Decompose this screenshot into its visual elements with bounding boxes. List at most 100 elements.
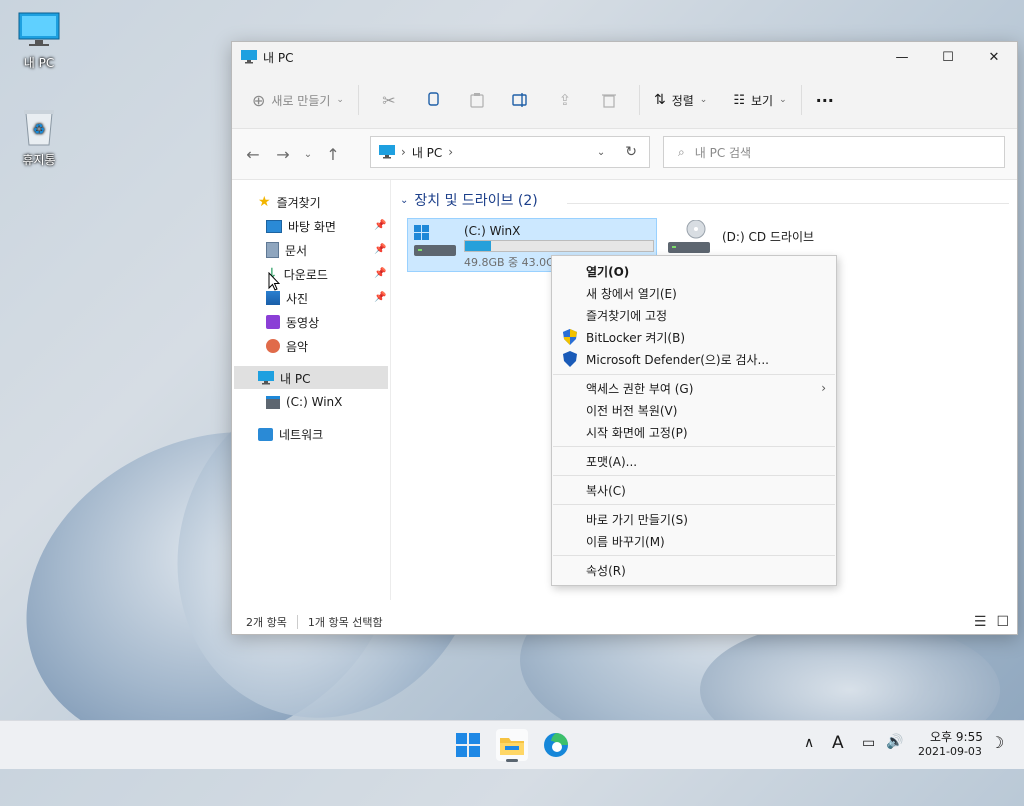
chevron-down-icon[interactable]: ⌄ <box>597 147 605 158</box>
arrow-left-icon: ← <box>246 144 260 164</box>
taskbar: ∧ A ▭ 🔊 오후 9:55 2021-09-03 ☽ <box>0 720 1024 769</box>
taskbar-edge[interactable] <box>540 729 572 761</box>
rename-icon <box>512 93 527 107</box>
start-button[interactable] <box>452 729 484 761</box>
menu-item-pin-start[interactable]: 시작 화면에 고정(P) <box>552 421 836 443</box>
menu-item-label: 열기(O) <box>586 264 630 279</box>
sidebar-item-favorites[interactable]: ★ 즐겨찾기 <box>258 191 321 213</box>
back-button[interactable]: ← <box>238 145 268 164</box>
more-button[interactable]: ··· <box>810 84 840 116</box>
menu-item-rename[interactable]: 이름 바꾸기(M) <box>552 530 836 552</box>
menu-item-label: 이름 바꾸기(M) <box>586 534 665 549</box>
drive-name: (C:) WinX <box>464 224 521 238</box>
copy-button[interactable] <box>419 84 447 116</box>
folder-icon <box>500 738 524 755</box>
arrow-up-icon: ↑ <box>326 144 340 164</box>
toolbar-divider <box>638 85 640 115</box>
menu-item-label: 즐겨찾기에 고정 <box>586 308 668 323</box>
desktop-icon-this-pc[interactable]: 내 PC <box>9 10 69 71</box>
sidebar-item-c-drive[interactable]: (C:) WinX <box>266 391 342 413</box>
status-bar: 2개 항목 1개 항목 선택함 ☰ ☐ <box>232 610 1017 634</box>
up-button[interactable]: ↑ <box>318 145 348 164</box>
menu-item-open-new-window[interactable]: 새 창에서 열기(E) <box>552 282 836 304</box>
tiles-view-icon[interactable]: ☐ <box>996 614 1009 630</box>
show-hidden-icons-chevron-icon[interactable]: ∧ <box>804 735 814 751</box>
menu-item-copy[interactable]: 복사(C) <box>552 479 836 501</box>
search-box[interactable]: ⌕ 내 PC 검색 <box>663 136 1005 168</box>
rename-button[interactable] <box>507 84 535 116</box>
menu-item-restore-versions[interactable]: 이전 버전 복원(V) <box>552 399 836 421</box>
desktop-icon-recycle-bin[interactable]: ♻ 휴지통 <box>9 107 69 168</box>
pin-icon: 📌 <box>374 292 387 303</box>
sidebar-item-label: (C:) WinX <box>286 395 343 409</box>
pictures-icon <box>266 291 280 305</box>
sidebar-item-this-pc[interactable]: 내 PC <box>258 367 310 389</box>
menu-separator <box>553 504 835 505</box>
breadcrumb-this-pc[interactable]: 내 PC <box>412 144 442 161</box>
arrow-right-icon: → <box>276 144 290 164</box>
network-icon <box>258 427 273 441</box>
refresh-icon[interactable]: ↻ <box>625 144 637 160</box>
menu-item-defender-scan[interactable]: Microsoft Defender(으)로 검사... <box>552 348 836 370</box>
desktop-icon-label: 휴지통 <box>22 153 56 167</box>
music-icon <box>266 339 280 353</box>
menu-item-label: 액세스 권한 부여 (G) <box>586 381 694 396</box>
focus-assist-moon-icon[interactable]: ☽ <box>990 733 1004 752</box>
maximize-button[interactable]: ☐ <box>925 42 971 72</box>
sidebar-item-label: 네트워크 <box>279 427 324 442</box>
menu-item-format[interactable]: 포맷(A)... <box>552 450 836 472</box>
view-button[interactable]: ☷ 보기 ⌄ <box>727 84 792 116</box>
sidebar-item-label: 동영상 <box>286 315 320 330</box>
menu-item-label: 시작 화면에 고정(P) <box>586 425 688 440</box>
ime-indicator[interactable]: A <box>832 733 844 753</box>
close-button[interactable]: ✕ <box>971 42 1017 72</box>
drive-name: (D:) CD 드라이브 <box>722 230 815 244</box>
volume-icon[interactable]: 🔊 <box>886 734 903 750</box>
pin-icon: 📌 <box>374 244 387 255</box>
menu-item-bitlocker[interactable]: BitLocker 켜기(B) <box>552 326 836 348</box>
sidebar-item-network[interactable]: 네트워크 <box>258 423 323 445</box>
clock-time[interactable]: 오후 9:55 <box>930 728 983 745</box>
menu-item-label: 새 창에서 열기(E) <box>586 286 677 301</box>
menu-item-create-shortcut[interactable]: 바로 가기 만들기(S) <box>552 508 836 530</box>
pin-icon: 📌 <box>374 220 387 231</box>
menu-item-label: 속성(R) <box>586 563 626 578</box>
mouse-cursor-icon <box>268 272 280 291</box>
drive-usage-fill <box>465 241 492 251</box>
sidebar-item-music[interactable]: 음악 <box>266 335 308 357</box>
address-bar[interactable]: › 내 PC › ⌄ ↻ <box>370 136 650 168</box>
menu-item-properties[interactable]: 속성(R) <box>552 559 836 581</box>
drive-usage-bar <box>464 240 654 252</box>
menu-item-open[interactable]: 열기(O) <box>552 260 836 282</box>
share-button[interactable]: ⇪ <box>551 84 579 116</box>
navigation-pane: ★ 즐겨찾기 바탕 화면 📌 문서 📌 ↓ 다운로드 📌 사진 📌 동영상 음악… <box>232 180 391 600</box>
menu-separator <box>553 374 835 375</box>
details-view-icon[interactable]: ☰ <box>974 614 987 630</box>
title-bar[interactable]: 내 PC — ☐ ✕ <box>232 42 1017 72</box>
taskbar-file-explorer[interactable] <box>496 729 528 762</box>
cut-button[interactable]: ✂ <box>375 84 403 116</box>
group-header[interactable]: ⌄ 장치 및 드라이브 (2) <box>400 190 538 210</box>
clock-date[interactable]: 2021-09-03 <box>918 745 982 758</box>
sidebar-item-desktop[interactable]: 바탕 화면 <box>266 215 336 237</box>
delete-button[interactable] <box>595 84 623 116</box>
network-status-icon[interactable]: ▭ <box>862 735 875 751</box>
sort-button[interactable]: ⇅ 정렬 ⌄ <box>648 84 713 116</box>
chevron-down-icon: ⌄ <box>400 194 409 206</box>
video-icon <box>266 315 280 329</box>
paste-button[interactable] <box>463 84 491 116</box>
monitor-icon <box>18 10 60 50</box>
sidebar-item-videos[interactable]: 동영상 <box>266 311 319 333</box>
sidebar-item-documents[interactable]: 문서 <box>266 239 307 261</box>
forward-button[interactable]: → <box>268 145 298 164</box>
svg-text:♻: ♻ <box>33 122 46 138</box>
menu-item-give-access[interactable]: 액세스 권한 부여 (G) › <box>552 377 836 399</box>
chevron-down-icon: ⌄ <box>779 95 787 105</box>
menu-item-label: BitLocker 켜기(B) <box>586 330 686 345</box>
recent-locations-button[interactable]: ⌄ <box>298 149 318 160</box>
new-button[interactable]: ⊕ 새로 만들기 ⌄ <box>246 84 350 116</box>
minimize-button[interactable]: — <box>879 42 925 72</box>
view-label: 보기 <box>751 93 774 108</box>
menu-item-pin-favorites[interactable]: 즐겨찾기에 고정 <box>552 304 836 326</box>
running-indicator <box>506 759 518 762</box>
